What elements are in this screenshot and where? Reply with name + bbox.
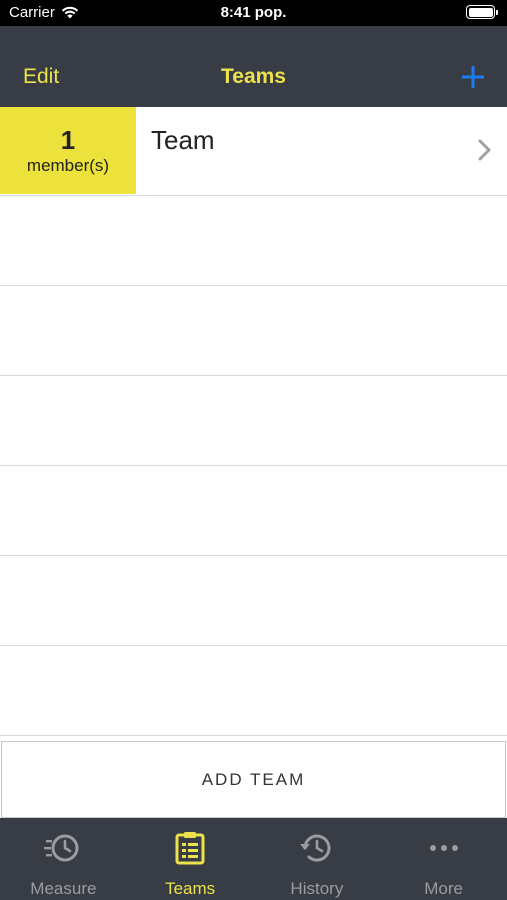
plus-icon[interactable] bbox=[460, 64, 486, 90]
tab-more[interactable]: More bbox=[380, 818, 507, 900]
team-row[interactable]: 1 member(s) Team bbox=[0, 107, 507, 196]
chevron-right-icon bbox=[478, 139, 491, 161]
page-title: Teams bbox=[221, 65, 286, 88]
clipboard-list-icon bbox=[170, 830, 210, 866]
empty-row bbox=[0, 646, 507, 736]
nav-bar: Edit Teams bbox=[0, 26, 507, 107]
team-name: Team bbox=[151, 125, 215, 155]
team-list: 1 member(s) Team bbox=[0, 107, 507, 736]
empty-row bbox=[0, 196, 507, 286]
battery-cap bbox=[496, 9, 498, 15]
tab-label: More bbox=[424, 879, 463, 898]
tab-bar: Measure Teams History More bbox=[0, 818, 507, 900]
member-count-badge: 1 member(s) bbox=[0, 107, 136, 194]
tab-label: History bbox=[290, 879, 344, 898]
tab-teams[interactable]: Teams bbox=[127, 818, 254, 900]
battery-icon bbox=[466, 5, 495, 19]
status-bar: Carrier 8:41 pop. bbox=[0, 0, 507, 26]
more-dots-icon bbox=[424, 830, 464, 866]
empty-row bbox=[0, 376, 507, 466]
empty-row bbox=[0, 286, 507, 376]
member-label: member(s) bbox=[26, 155, 110, 175]
history-icon bbox=[297, 830, 337, 866]
empty-row bbox=[0, 556, 507, 646]
tab-label: Teams bbox=[165, 879, 216, 898]
add-team-button[interactable]: ADD TEAM bbox=[1, 741, 506, 818]
tab-measure[interactable]: Measure bbox=[0, 818, 127, 900]
status-right bbox=[466, 5, 498, 19]
status-time: 8:41 pop. bbox=[220, 4, 287, 21]
tab-label: Measure bbox=[30, 879, 97, 898]
stopwatch-icon bbox=[43, 830, 83, 866]
empty-row bbox=[0, 466, 507, 556]
member-count: 1 bbox=[60, 124, 76, 155]
tab-history[interactable]: History bbox=[254, 818, 381, 900]
